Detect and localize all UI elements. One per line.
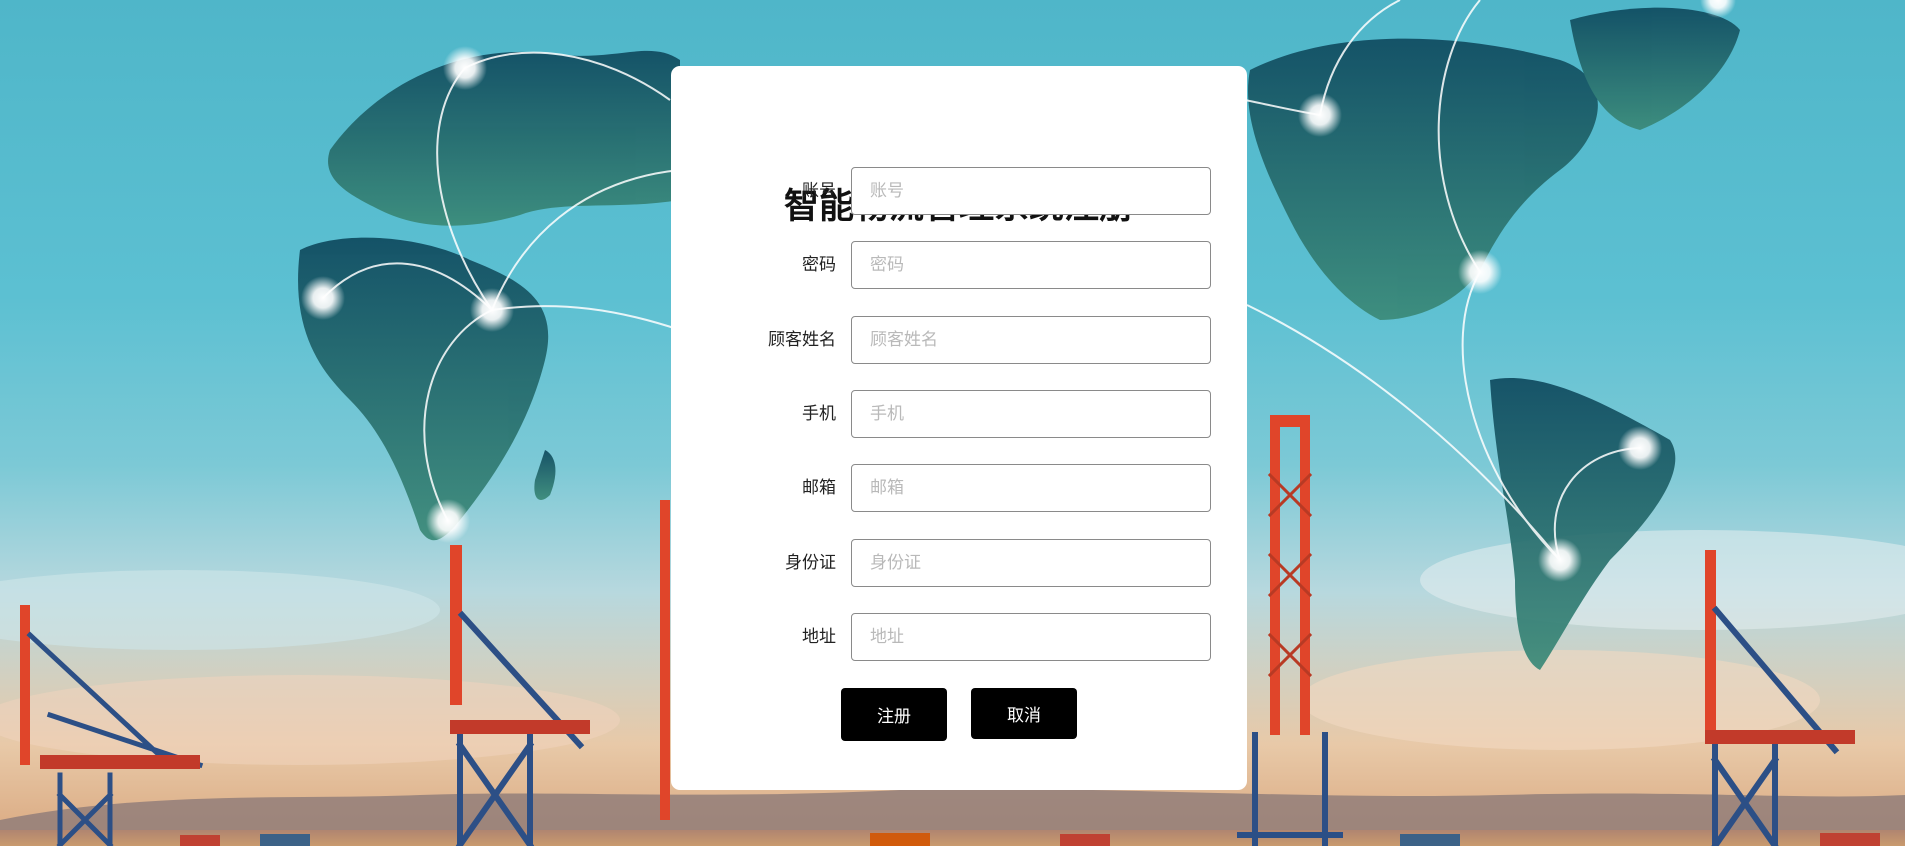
password-label: 密码 bbox=[802, 255, 836, 275]
password-input[interactable] bbox=[851, 241, 1211, 289]
id-card-label: 身份证 bbox=[785, 553, 836, 573]
account-label: 账号 bbox=[802, 181, 836, 201]
form-row-address: 地址 bbox=[671, 613, 1247, 661]
email-label: 邮箱 bbox=[802, 478, 836, 498]
register-button[interactable]: 注册 bbox=[841, 688, 947, 741]
address-label: 地址 bbox=[802, 627, 836, 647]
phone-input[interactable] bbox=[851, 390, 1211, 438]
email-input[interactable] bbox=[851, 464, 1211, 512]
phone-label: 手机 bbox=[802, 404, 836, 424]
form-row-customer-name: 顾客姓名 bbox=[671, 316, 1247, 364]
form-row-password: 密码 bbox=[671, 241, 1247, 289]
customer-name-input[interactable] bbox=[851, 316, 1211, 364]
form-row-id-card: 身份证 bbox=[671, 539, 1247, 587]
address-input[interactable] bbox=[851, 613, 1211, 661]
id-card-input[interactable] bbox=[851, 539, 1211, 587]
form-row-account: 账号 bbox=[671, 167, 1247, 215]
form-row-email: 邮箱 bbox=[671, 464, 1247, 512]
customer-name-label: 顾客姓名 bbox=[768, 330, 836, 350]
account-input[interactable] bbox=[851, 167, 1211, 215]
cancel-button[interactable]: 取消 bbox=[971, 688, 1077, 739]
form-row-phone: 手机 bbox=[671, 390, 1247, 438]
